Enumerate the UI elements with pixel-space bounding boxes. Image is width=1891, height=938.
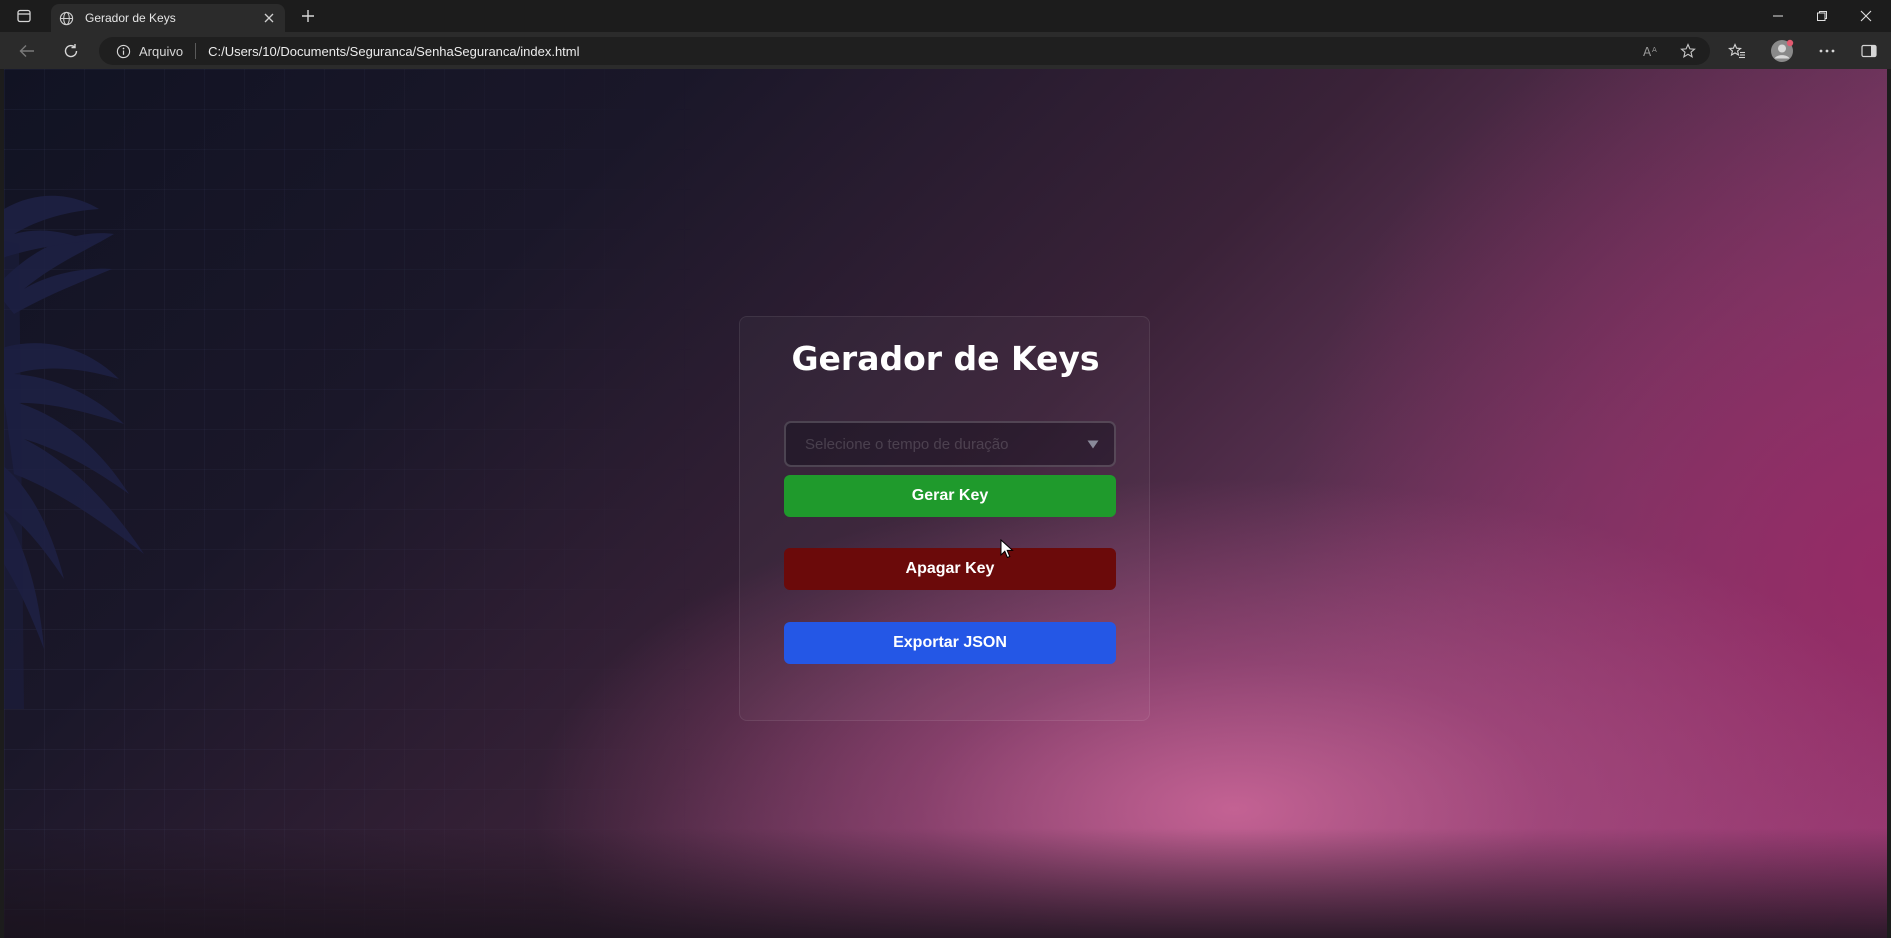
generate-key-label: Gerar Key: [911, 487, 989, 504]
navigation-bar: Arquivo C:/Users/10/Documents/Seguranca/…: [0, 32, 1891, 69]
duration-select-placeholder: Selecione o tempo de duração: [805, 435, 1009, 453]
svg-text:A: A: [1643, 45, 1652, 58]
star-icon: [1680, 43, 1696, 58]
address-divider: [195, 43, 197, 59]
svg-text:A: A: [1652, 46, 1657, 54]
more-icon: [1819, 49, 1835, 53]
restore-button[interactable]: [1799, 0, 1845, 32]
minimize-icon: [1773, 15, 1783, 17]
minimize-button[interactable]: [1755, 0, 1801, 32]
site-info-label[interactable]: Arquivo: [139, 44, 183, 59]
export-json-label: Exportar JSON: [893, 634, 1007, 651]
favorites-icon: [1728, 43, 1745, 59]
restore-icon: [1817, 11, 1827, 21]
back-button[interactable]: [12, 38, 42, 64]
new-tab-button[interactable]: [296, 6, 320, 26]
sidebar-icon: [1861, 44, 1877, 58]
chevron-down-icon: [1078, 440, 1108, 449]
plus-icon: [302, 10, 314, 22]
generate-key-button[interactable]: Gerar Key: [784, 475, 1116, 517]
close-icon: [1860, 10, 1872, 22]
delete-key-label: Apagar Key: [905, 560, 995, 577]
refresh-icon: [64, 44, 78, 58]
favorite-button[interactable]: [1674, 40, 1702, 62]
profile-button[interactable]: [1767, 38, 1797, 64]
page-title: Gerador de Keys: [791, 339, 1100, 378]
delete-key-button[interactable]: Apagar Key: [784, 548, 1116, 590]
export-json-button[interactable]: Exportar JSON: [784, 622, 1116, 664]
favorites-button[interactable]: [1722, 38, 1752, 64]
tab-actions-icon: [17, 9, 31, 23]
page-viewport: Gerador de Keys Selecione o tempo de dur…: [4, 69, 1887, 938]
url-text[interactable]: C:/Users/10/Documents/Seguranca/SenhaSeg…: [208, 44, 1638, 59]
tab-bar: Gerador de Keys: [0, 0, 1891, 32]
close-icon: [264, 13, 274, 23]
window-close-button[interactable]: [1843, 0, 1889, 32]
tab-close-button[interactable]: [259, 8, 279, 28]
bottom-shade: [4, 828, 1887, 938]
palm-tree-icon: [4, 195, 144, 709]
more-button[interactable]: [1812, 38, 1842, 64]
info-icon[interactable]: [115, 43, 131, 59]
back-icon: [19, 45, 34, 57]
read-aloud-icon: AA: [1643, 45, 1657, 58]
sidebar-button[interactable]: [1854, 38, 1884, 64]
tab-actions-button[interactable]: [10, 6, 38, 26]
read-aloud-button[interactable]: AA: [1638, 40, 1666, 62]
refresh-button[interactable]: [56, 38, 86, 64]
tab-title: Gerador de Keys: [85, 11, 176, 25]
key-generator-card: Gerador de Keys Selecione o tempo de dur…: [739, 316, 1150, 721]
duration-select[interactable]: Selecione o tempo de duração: [784, 421, 1116, 467]
cursor-icon: [1000, 539, 1014, 559]
profile-icon: [1771, 39, 1794, 62]
address-bar[interactable]: Arquivo C:/Users/10/Documents/Seguranca/…: [99, 37, 1710, 65]
browser-tab[interactable]: Gerador de Keys: [51, 4, 285, 32]
globe-icon: [57, 9, 75, 27]
